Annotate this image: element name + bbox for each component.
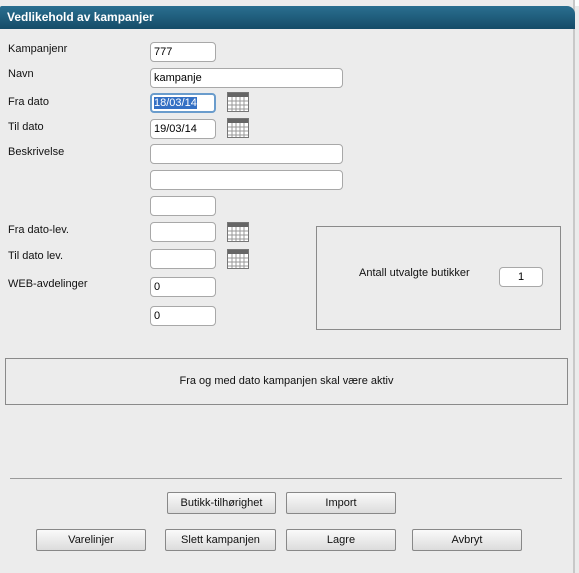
separator <box>10 478 562 479</box>
window-title: Vedlikehold av kampanjer <box>7 10 154 24</box>
beskrivelse-label: Beskrivelse <box>8 146 65 158</box>
kampanjenr-input[interactable]: 777 <box>150 42 216 62</box>
info-panel: Fra og med dato kampanjen skal være akti… <box>5 358 568 405</box>
til-dato-lev-label: Til dato lev. <box>8 250 64 262</box>
selected-stores-label: Antall utvalgte butikker <box>359 267 470 279</box>
beskrivelse-input-2[interactable] <box>150 170 343 190</box>
varelinjer-button[interactable]: Varelinjer <box>36 529 146 551</box>
navn-input[interactable]: kampanje <box>150 68 343 88</box>
fra-dato-label: Fra dato <box>8 96 49 108</box>
web-avdelinger-input-1[interactable]: 0 <box>150 277 216 297</box>
selected-stores-count[interactable]: 1 <box>499 267 543 287</box>
beskrivelse-input-1[interactable] <box>150 144 343 164</box>
title-bar: Vedlikehold av kampanjer <box>0 6 575 29</box>
web-avdelinger-input-2[interactable]: 0 <box>150 306 216 326</box>
fra-dato-selected-text: 18/03/14 <box>154 97 197 109</box>
beskrivelse-input-3[interactable] <box>150 196 216 216</box>
lagre-button[interactable]: Lagre <box>286 529 396 551</box>
butikk-tilhorighet-button[interactable]: Butikk-tilhørighet <box>167 492 276 514</box>
kampanjenr-label: Kampanjenr <box>8 43 68 55</box>
campaign-maintenance-window: Vedlikehold av kampanjer Kampanjenr Navn… <box>0 0 575 573</box>
avbryt-button[interactable]: Avbryt <box>412 529 522 551</box>
slett-kampanjen-button[interactable]: Slett kampanjen <box>165 529 276 551</box>
calendar-icon[interactable] <box>227 92 249 112</box>
fra-dato-input[interactable]: 18/03/14 <box>150 93 216 113</box>
info-text: Fra og med dato kampanjen skal være akti… <box>179 375 394 387</box>
calendar-icon[interactable] <box>227 118 249 138</box>
import-button[interactable]: Import <box>286 492 396 514</box>
til-dato-lev-input[interactable] <box>150 249 216 269</box>
calendar-icon[interactable] <box>227 249 249 269</box>
navn-label: Navn <box>8 68 34 80</box>
til-dato-input[interactable]: 19/03/14 <box>150 119 216 139</box>
til-dato-label: Til dato <box>8 121 44 133</box>
fra-dato-lev-input[interactable] <box>150 222 216 242</box>
selected-stores-panel: Antall utvalgte butikker 1 <box>316 226 561 330</box>
calendar-icon[interactable] <box>227 222 249 242</box>
web-avdelinger-label: WEB-avdelinger <box>8 278 88 290</box>
fra-dato-lev-label: Fra dato-lev. <box>8 224 69 236</box>
